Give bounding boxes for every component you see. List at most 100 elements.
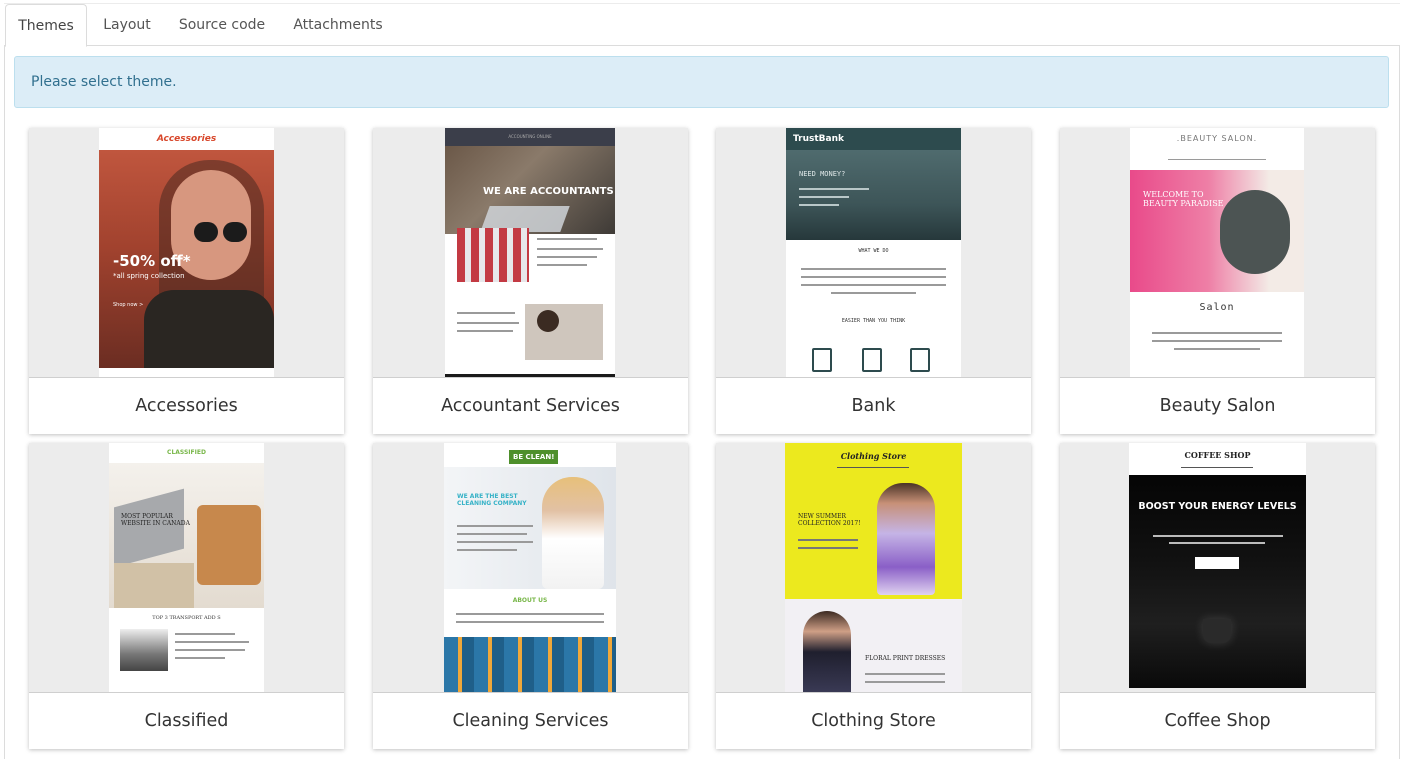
preview-section: TOP 3 TRANSPORT ADD S bbox=[152, 615, 221, 621]
theme-preview: COFFEE SHOP BOOST YOUR ENERGY LEVELS bbox=[1129, 443, 1306, 688]
text-line bbox=[175, 649, 245, 651]
preview-topbar: ACCOUNTING ONLINE bbox=[445, 128, 615, 146]
atm-icon bbox=[812, 348, 832, 372]
tab-themes[interactable]: Themes bbox=[5, 4, 87, 47]
preview-badge: BE CLEAN! bbox=[509, 450, 559, 464]
preview-headline: NEW SUMMER COLLECTION 2017! bbox=[798, 513, 861, 527]
theme-preview: TrustBank NEED MONEY? WHAT WE DO EASIER … bbox=[786, 128, 961, 377]
preview-cta: Shop now > bbox=[113, 302, 144, 308]
coffee-desk-image bbox=[525, 304, 603, 360]
theme-thumbnail: BE CLEAN! WE ARE THE BEST CLEANING COMPA… bbox=[373, 443, 688, 693]
theme-thumbnail: ACCOUNTING ONLINE WE ARE ACCOUNTANTS bbox=[373, 128, 688, 378]
text-line bbox=[457, 533, 527, 535]
text-line bbox=[798, 539, 858, 541]
preview-section-1: WHAT WE DO bbox=[858, 248, 889, 254]
theme-preview: Clothing Store NEW SUMMER COLLECTION 201… bbox=[785, 443, 962, 692]
coffee-cup-shape bbox=[1203, 619, 1231, 643]
text-line bbox=[457, 541, 533, 543]
text-line bbox=[537, 238, 597, 240]
preview-section: Salon bbox=[1199, 302, 1235, 313]
text-line bbox=[798, 547, 858, 549]
nav-line bbox=[837, 467, 909, 468]
document-check-icon bbox=[862, 348, 882, 372]
preview-footer bbox=[445, 374, 615, 377]
text-line bbox=[1169, 542, 1265, 544]
text-line bbox=[831, 292, 916, 294]
text-line bbox=[175, 657, 225, 659]
theme-thumbnail: TrustBank NEED MONEY? WHAT WE DO EASIER … bbox=[716, 128, 1031, 378]
text-line bbox=[537, 256, 597, 258]
preview-header: Accessories bbox=[156, 134, 217, 144]
preview-hero-image: Clothing Store NEW SUMMER COLLECTION 201… bbox=[785, 443, 962, 599]
theme-thumbnail: Accessories -50% off* *all spring collec… bbox=[29, 128, 344, 378]
legs-shape bbox=[114, 563, 194, 608]
theme-preview: Accessories -50% off* *all spring collec… bbox=[99, 128, 274, 377]
text-line bbox=[537, 264, 587, 266]
theme-card-clothing-store[interactable]: Clothing Store NEW SUMMER COLLECTION 201… bbox=[716, 443, 1031, 749]
preview-headline: -50% off* bbox=[113, 252, 191, 270]
text-line bbox=[175, 641, 249, 643]
preview-cta-button bbox=[1195, 557, 1239, 569]
theme-card-bank[interactable]: TrustBank NEED MONEY? WHAT WE DO EASIER … bbox=[716, 128, 1031, 434]
text-line bbox=[799, 188, 869, 190]
theme-thumbnail: COFFEE SHOP BOOST YOUR ENERGY LEVELS bbox=[1060, 443, 1375, 693]
tab-source-code[interactable]: Source code bbox=[170, 4, 274, 47]
preview-section: FLORAL PRINT DRESSES bbox=[865, 655, 946, 662]
theme-label: Bank bbox=[851, 396, 896, 416]
preview-brand: .BEAUTY SALON. bbox=[1176, 134, 1258, 143]
preview-header: CLASSIFIED bbox=[167, 449, 206, 456]
text-line bbox=[801, 268, 946, 270]
text-line bbox=[799, 204, 839, 206]
theme-label: Cleaning Services bbox=[452, 711, 609, 731]
car-image bbox=[120, 629, 168, 671]
text-line bbox=[175, 633, 235, 635]
text-line bbox=[457, 549, 517, 551]
preview-lower-section: FLORAL PRINT DRESSES bbox=[785, 599, 962, 692]
tab-attachments[interactable]: Attachments bbox=[284, 4, 392, 47]
theme-label: Accountant Services bbox=[441, 396, 620, 416]
theme-thumbnail: .BEAUTY SALON. WELCOME TO BEAUTY PARADIS… bbox=[1060, 128, 1375, 378]
preview-headline: NEED MONEY? bbox=[799, 170, 846, 178]
sunglasses-left bbox=[194, 222, 218, 242]
text-line bbox=[1174, 348, 1260, 350]
theme-preview: .BEAUTY SALON. WELCOME TO BEAUTY PARADIS… bbox=[1130, 128, 1304, 377]
theme-card-cleaning-services[interactable]: BE CLEAN! WE ARE THE BEST CLEANING COMPA… bbox=[373, 443, 688, 749]
dress-model-shape bbox=[877, 483, 935, 595]
preview-brand: COFFEE SHOP bbox=[1184, 450, 1251, 460]
text-line bbox=[1153, 535, 1283, 537]
theme-label: Coffee Shop bbox=[1164, 711, 1271, 731]
text-line bbox=[801, 284, 946, 286]
preview-headline: WE ARE THE BEST CLEANING COMPANY bbox=[457, 493, 527, 507]
theme-card-accountant-services[interactable]: ACCOUNTING ONLINE WE ARE ACCOUNTANTS Acc… bbox=[373, 128, 688, 434]
sunglasses-right bbox=[223, 222, 247, 242]
text-line bbox=[865, 673, 945, 675]
text-line bbox=[457, 322, 519, 324]
text-line bbox=[1152, 332, 1282, 334]
theme-card-classified[interactable]: CLASSIFIED MOST POPULAR WEBSITE IN CANAD… bbox=[29, 443, 344, 749]
preview-brand: Clothing Store bbox=[840, 451, 907, 461]
tab-bar: Themes Layout Source code Attachments bbox=[4, 3, 1400, 47]
text-line bbox=[457, 525, 533, 527]
preview-headline: BOOST YOUR ENERGY LEVELS bbox=[1138, 501, 1297, 512]
theme-label: Clothing Store bbox=[811, 711, 936, 731]
preview-hero-image: WE ARE ACCOUNTANTS bbox=[445, 146, 615, 234]
bag-shape bbox=[197, 505, 261, 585]
preview-hero-image: WE ARE THE BEST CLEANING COMPANY bbox=[444, 467, 616, 589]
preview-hero-image: NEED MONEY? bbox=[786, 150, 961, 240]
head-shape bbox=[1220, 190, 1290, 274]
tab-layout[interactable]: Layout bbox=[92, 4, 162, 47]
preview-hero-image: -50% off* *all spring collection Shop no… bbox=[99, 150, 274, 368]
preview-brand: TrustBank bbox=[786, 128, 961, 150]
theme-card-accessories[interactable]: Accessories -50% off* *all spring collec… bbox=[29, 128, 344, 434]
text-line bbox=[799, 196, 849, 198]
preview-hero-image: BOOST YOUR ENERGY LEVELS bbox=[1129, 475, 1306, 688]
preview-hero-image: MOST POPULAR WEBSITE IN CANADA bbox=[109, 463, 264, 608]
preview-section-2: EASIER THAN YOU THINK bbox=[841, 318, 906, 324]
text-line bbox=[801, 276, 946, 278]
theme-card-beauty-salon[interactable]: .BEAUTY SALON. WELCOME TO BEAUTY PARADIS… bbox=[1060, 128, 1375, 434]
text-line bbox=[457, 330, 513, 332]
theme-card-coffee-shop[interactable]: COFFEE SHOP BOOST YOUR ENERGY LEVELS Cof… bbox=[1060, 443, 1375, 749]
windows-image bbox=[444, 637, 616, 692]
preview-headline: MOST POPULAR WEBSITE IN CANADA bbox=[121, 513, 190, 527]
laptop-shape bbox=[114, 488, 184, 568]
